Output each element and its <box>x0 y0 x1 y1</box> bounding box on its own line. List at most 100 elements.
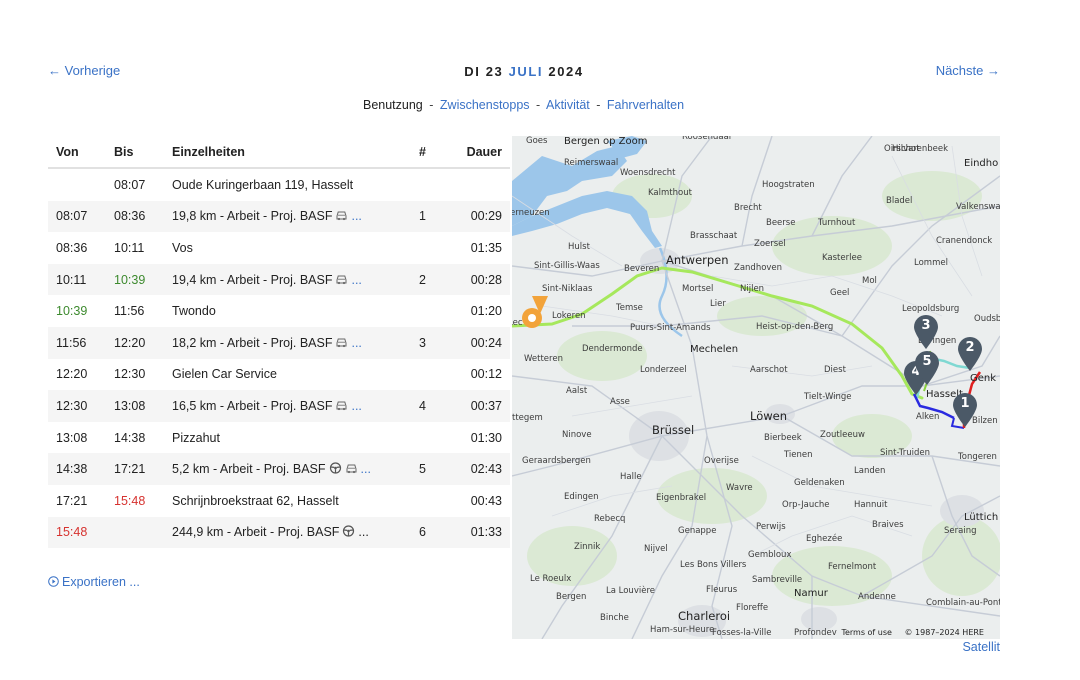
date-year: 2024 <box>543 64 584 79</box>
route-map[interactable]: Goes Bergen op Zoom Roosendaal Eindho Reimer… <box>512 136 1000 639</box>
map-place-label: Charleroi <box>678 609 731 623</box>
export-link[interactable]: Exportieren ... <box>48 575 140 589</box>
table-row[interactable]: 15:48 244,9 km - Arbeit - Proj. BASF... 6 0… <box>48 516 510 549</box>
tab-fahrverhalten[interactable]: Fahrverhalten <box>607 98 684 112</box>
details-text: 19,8 km - Arbeit - Proj. BASF <box>172 209 333 224</box>
map-place-label: Braives <box>872 520 904 530</box>
map-place-label: Heist-op-den-Berg <box>756 322 834 332</box>
map-place-label: Roosendaal <box>682 136 732 142</box>
map-pin-label: 5 <box>922 354 932 369</box>
cell-bis: 11:56 <box>114 304 145 319</box>
table-row[interactable]: 12:20 12:30 Gielen Car Service 00:12 <box>48 359 510 391</box>
cell-bis: 08:36 <box>106 200 164 233</box>
table-row[interactable]: 10:39 11:56 Twondo 01:20 <box>48 295 510 327</box>
map-place-label: Genk <box>970 373 997 384</box>
trip-table: Von Bis Einzelheiten # Dauer 08:07 Oude K… <box>48 136 510 549</box>
car-icon <box>345 462 358 474</box>
map-place-label: Halle <box>620 472 642 482</box>
more-details-link[interactable]: ... <box>351 273 361 287</box>
map-place-label: Bergen op Zoom <box>564 136 648 147</box>
table-row[interactable]: 10:11 10:39 19,4 km - Arbeit - Proj. BASF.… <box>48 263 510 296</box>
tab-zwischenstopps[interactable]: Zwischenstopps <box>440 98 530 112</box>
map-pin-label: 2 <box>965 340 975 355</box>
map-attribution: Terms of use © 1987–2024 HERE <box>841 628 984 637</box>
map-pin-marker[interactable]: 1 <box>952 392 978 428</box>
header-von: Von <box>48 136 106 169</box>
map-place-label: Gembloux <box>748 550 792 560</box>
more-details-link[interactable]: ... <box>351 209 361 223</box>
table-row[interactable]: 17:21 15:48 Schrijnbroekstraat 62, Hasselt… <box>48 485 510 517</box>
car-icon <box>335 399 348 411</box>
map-place-label: Nijvel <box>644 544 668 554</box>
table-row[interactable]: 13:08 14:38 Pizzahut 01:30 <box>48 422 510 454</box>
map-place-label: Reimerswaal <box>564 158 619 168</box>
cell-bis: 15:48 <box>114 493 146 508</box>
map-place-label: Bladel <box>886 196 913 206</box>
cell-number: 3 <box>396 326 434 359</box>
map-place-label: Geraardsbergen <box>522 456 591 466</box>
header-number: # <box>396 136 434 169</box>
map-place-label: Woensdrecht <box>620 168 676 178</box>
map-place-label: Lec <box>512 318 523 328</box>
map-pin-marker[interactable]: 2 <box>957 336 983 372</box>
map-place-label: Sint-Niklaas <box>542 284 593 294</box>
cell-von: 12:20 <box>56 367 88 382</box>
tab-aktivitaet[interactable]: Aktivität <box>546 98 590 112</box>
cell-dauer: 00:24 <box>434 326 510 359</box>
more-details-link[interactable]: ... <box>351 336 361 350</box>
date-navigation: ← Vorherige DI 23 JULI 2024 Nächste → <box>48 62 1000 82</box>
map-place-label: Ham-sur-Heure <box>650 625 715 635</box>
map-place-label: Temse <box>616 303 643 313</box>
cell-details: Pizzahut <box>164 422 396 454</box>
cell-dauer: 00:37 <box>434 390 510 422</box>
more-details-link[interactable]: ... <box>351 399 361 413</box>
next-day-link[interactable]: Nächste → <box>936 63 1000 78</box>
terms-of-use-link[interactable]: Terms of use <box>841 628 892 637</box>
more-details-link[interactable]: ... <box>361 462 371 476</box>
map-place-label: Nijlen <box>740 284 765 294</box>
map-place-label: Floreffe <box>736 603 769 613</box>
table-row[interactable]: 08:07 08:36 19,8 km - Arbeit - Proj. BASF.… <box>48 200 510 233</box>
map-place-label: Seraing <box>944 526 977 536</box>
map-pin-label: 3 <box>921 318 931 333</box>
map-place-label: Lokeren <box>552 311 586 321</box>
steering-wheel-icon <box>329 462 342 474</box>
cell-number <box>396 485 434 517</box>
more-details-link[interactable]: ... <box>358 525 368 539</box>
map-place-label: Fernelmont <box>828 562 877 572</box>
export-label: Exportieren ... <box>62 575 140 589</box>
map-place-label: Orp-Jauche <box>782 500 830 510</box>
map-place-label: Lüttich <box>964 512 999 523</box>
date-weekday-day: DI 23 <box>464 64 509 79</box>
map-place-label: Sambreville <box>752 575 803 585</box>
map-pin-label: 1 <box>960 396 970 411</box>
table-row[interactable]: 08:07 Oude Kuringerbaan 119, Hasselt <box>48 168 510 201</box>
map-place-label: Sint-Gillis-Waas <box>534 261 600 271</box>
table-row[interactable]: 11:56 12:20 18,2 km - Arbeit - Proj. BASF.… <box>48 326 510 359</box>
cell-details: 16,5 km - Arbeit - Proj. BASF... <box>164 390 396 422</box>
map-place-label: Comblain-au-Pont <box>926 598 1000 608</box>
cell-dauer: 00:43 <box>470 493 502 508</box>
cell-dauer: 02:43 <box>434 453 510 485</box>
map-place-label: Bergen <box>556 592 587 602</box>
cell-details: Oude Kuringerbaan 119, Hasselt <box>164 168 396 201</box>
header-dauer: Dauer <box>434 136 510 169</box>
cell-bis <box>106 516 164 549</box>
satellite-toggle[interactable]: Satellit <box>962 640 1000 654</box>
map-place-label: Löwen <box>750 409 788 423</box>
map-place-label: Turnhout <box>818 218 856 228</box>
map-place-label: Geel <box>830 288 850 298</box>
map-place-label: Profondev <box>794 628 837 638</box>
map-place-label: Binche <box>600 613 629 623</box>
map-place-label: Hannuit <box>854 500 888 510</box>
map-place-label: erneuzen <box>512 208 550 218</box>
table-row[interactable]: 08:36 10:11 Vos 01:35 <box>48 232 510 264</box>
map-pin-marker[interactable]: 5 <box>914 350 940 386</box>
date-month-link[interactable]: JULI <box>509 64 544 79</box>
cell-von: 12:30 <box>48 390 106 422</box>
table-row[interactable]: 12:30 13:08 16,5 km - Arbeit - Proj. BASF.… <box>48 390 510 422</box>
map-place-label: Eindho <box>964 158 999 169</box>
cell-dauer: 01:30 <box>470 430 502 445</box>
map-pin-marker[interactable]: 3 <box>913 314 939 350</box>
table-row[interactable]: 14:38 17:21 5,2 km - Arbeit - Proj. BASF..… <box>48 453 510 485</box>
